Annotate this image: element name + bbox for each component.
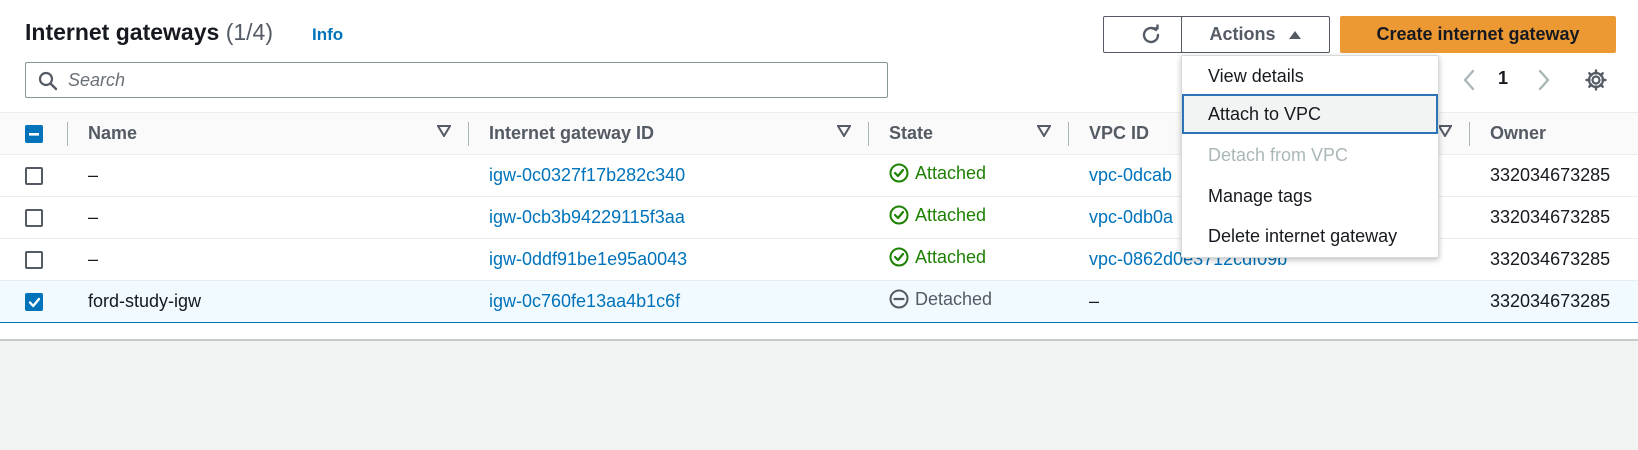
- menu-item-delete-internet-gateway[interactable]: Delete internet gateway: [1182, 216, 1438, 256]
- row-select-cell[interactable]: [0, 155, 68, 197]
- name-cell: –: [88, 165, 99, 185]
- table-row-selected[interactable]: ford-study-igw igw-0c760fe13aa4b1c6f Det…: [0, 280, 1638, 323]
- name-cell: ford-study-igw: [88, 291, 202, 311]
- previous-page-icon[interactable]: [1462, 69, 1476, 91]
- page-number[interactable]: 1: [1498, 68, 1508, 89]
- minus-circle-icon: [889, 289, 909, 309]
- column-header-label: State: [889, 123, 934, 143]
- owner-cell: 332034673285: [1490, 207, 1611, 227]
- actions-label: Actions: [1209, 24, 1276, 44]
- name-cell: –: [88, 207, 99, 227]
- selection-count: (1/4): [225, 19, 273, 45]
- menu-item-view-details[interactable]: View details: [1182, 56, 1438, 96]
- check-circle-icon: [889, 205, 909, 225]
- sort-icon[interactable]: [837, 125, 851, 137]
- owner-cell: 332034673285: [1490, 249, 1611, 269]
- state-label: Attached: [915, 162, 987, 183]
- search-field[interactable]: [25, 62, 888, 98]
- state-cell: Attached: [869, 155, 1069, 197]
- column-header-label: Name: [88, 123, 138, 143]
- owner-cell: 332034673285: [1490, 291, 1611, 311]
- check-circle-icon: [889, 247, 909, 267]
- state-label: Detached: [915, 288, 993, 309]
- igw-id-link[interactable]: igw-0c0327f17b282c340: [469, 155, 869, 197]
- create-label: Create internet gateway: [1376, 24, 1580, 44]
- vpc-id-cell: –: [1089, 291, 1100, 311]
- row-select-cell[interactable]: [0, 281, 68, 323]
- state-badge: Attached: [889, 205, 986, 226]
- next-page-icon[interactable]: [1537, 69, 1551, 91]
- title-text: Internet gateways: [25, 19, 220, 45]
- state-badge: Attached: [889, 163, 986, 184]
- state-cell: Attached: [869, 197, 1069, 239]
- column-header-state[interactable]: State: [869, 113, 1069, 155]
- select-all-cell[interactable]: [0, 113, 68, 155]
- column-header-label: VPC ID: [1089, 123, 1150, 143]
- internet-gateways-panel: Internet gateways (1/4) Info Actions Cre…: [0, 0, 1638, 341]
- actions-menu: View details Attach to VPC Detach from V…: [1181, 55, 1439, 258]
- state-cell: Detached: [869, 281, 1069, 323]
- sort-icon[interactable]: [1037, 125, 1051, 137]
- check-circle-icon: [889, 163, 909, 183]
- column-header-label: Internet gateway ID: [489, 123, 655, 143]
- row-checkbox[interactable]: [25, 293, 43, 312]
- search-icon: [38, 71, 58, 91]
- state-badge: Attached: [889, 247, 986, 268]
- sort-icon[interactable]: [1438, 125, 1452, 137]
- column-header-label: Owner: [1490, 123, 1547, 143]
- row-select-cell[interactable]: [0, 239, 68, 281]
- caret-up-icon: [1288, 30, 1301, 39]
- state-badge: Detached: [889, 289, 992, 310]
- row-checkbox[interactable]: [25, 167, 43, 186]
- menu-item-attach-to-vpc[interactable]: Attach to VPC: [1182, 94, 1438, 134]
- igw-id-link[interactable]: igw-0ddf91be1e95a0043: [469, 239, 869, 281]
- select-all-checkbox[interactable]: [25, 125, 43, 144]
- igw-id-link[interactable]: igw-0cb3b94229115f3aa: [469, 197, 869, 239]
- row-select-cell[interactable]: [0, 197, 68, 239]
- column-header-igw-id[interactable]: Internet gateway ID: [469, 113, 869, 155]
- search-input[interactable]: [68, 63, 868, 97]
- igw-id-link[interactable]: igw-0c760fe13aa4b1c6f: [469, 281, 869, 323]
- owner-cell: 332034673285: [1490, 165, 1611, 185]
- info-link[interactable]: Info: [312, 25, 343, 45]
- sort-icon[interactable]: [437, 125, 451, 137]
- column-header-owner[interactable]: Owner: [1470, 113, 1638, 155]
- refresh-icon: [1142, 24, 1159, 43]
- row-checkbox[interactable]: [25, 209, 43, 228]
- row-checkbox[interactable]: [25, 251, 43, 270]
- menu-item-detach-from-vpc: Detach from VPC: [1208, 144, 1349, 165]
- actions-dropdown-button[interactable]: Actions: [1181, 16, 1330, 53]
- column-header-name[interactable]: Name: [68, 113, 469, 155]
- state-label: Attached: [915, 246, 987, 267]
- menu-item-manage-tags[interactable]: Manage tags: [1182, 176, 1438, 216]
- settings-gear-icon[interactable]: [1585, 69, 1607, 91]
- state-cell: Attached: [869, 239, 1069, 281]
- page-title: Internet gateways (1/4): [25, 19, 273, 46]
- state-label: Attached: [915, 204, 987, 225]
- create-internet-gateway-button[interactable]: Create internet gateway: [1340, 16, 1616, 53]
- name-cell: –: [88, 249, 99, 269]
